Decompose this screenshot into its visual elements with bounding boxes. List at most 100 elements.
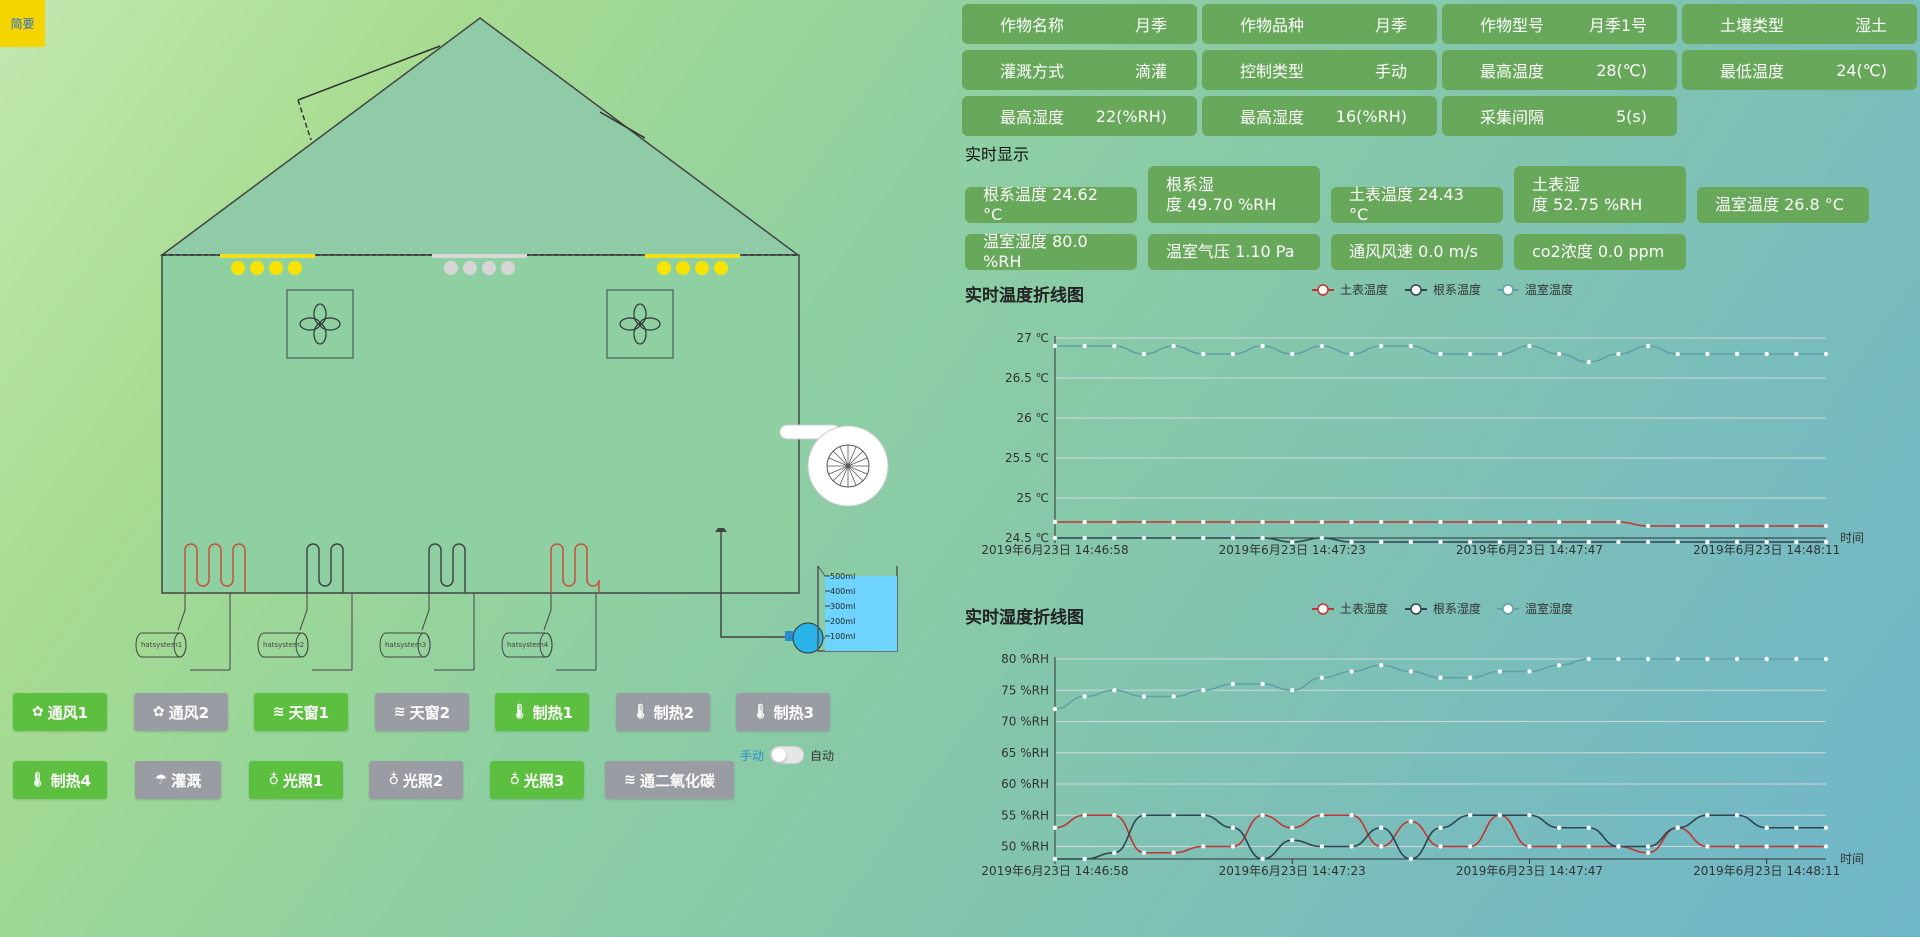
data-point — [1764, 825, 1769, 830]
control-button-label: 通风2 — [168, 703, 210, 722]
control-button-8[interactable]: 🌡 制热4 — [13, 761, 107, 799]
data-point — [1734, 656, 1740, 662]
data-point — [1467, 351, 1473, 357]
crop-info-tile: 土壤类型 湿土 — [1682, 4, 1917, 44]
crop-info-key: 最高温度 — [1480, 62, 1545, 81]
data-point — [1408, 819, 1414, 824]
x-axis-label: 时间 — [1840, 852, 1864, 866]
x-tick-label: 2019年6月23日 14:47:23 — [1219, 543, 1366, 557]
mode-switch[interactable]: 手动 自动 — [740, 746, 834, 764]
crop-info-value: 滴灌 — [1134, 62, 1167, 81]
crop-info-key: 控制类型 — [1240, 62, 1305, 81]
bulb-icon: ♁ — [268, 772, 279, 788]
crop-info-tile: 最低温度 24(℃) — [1682, 50, 1917, 90]
crop-info-tile: 作物品种 月季 — [1202, 4, 1437, 44]
control-button-1[interactable]: ✿ 通风1 — [13, 693, 107, 731]
bulb-icon: ♁ — [509, 772, 520, 788]
auto-label: 自动 — [810, 748, 835, 763]
data-point — [1823, 523, 1829, 529]
data-point — [1201, 535, 1206, 541]
data-point — [1556, 351, 1562, 357]
data-point — [1230, 535, 1236, 541]
data-point — [1408, 856, 1414, 862]
humidity-line-chart: 50 %RH 55 %RH 60 %RH 65 %RH 70 %RH 75 %RH 80 %… — [981, 601, 1864, 878]
data-point — [1705, 844, 1710, 849]
data-point — [1467, 844, 1473, 849]
data-point — [1675, 825, 1680, 830]
data-point — [1290, 539, 1295, 545]
control-button-4[interactable]: ≋ 天窗2 — [375, 693, 469, 731]
data-point — [1260, 535, 1265, 541]
data-point — [1230, 825, 1236, 830]
data-point — [1319, 675, 1325, 680]
x-tick-label: 2019年6月23日 14:48:11 — [1693, 864, 1840, 878]
realtime-tile: 通风风速 0.0 m/s — [1331, 234, 1503, 270]
crop-info-key: 灌溉方式 — [1000, 62, 1065, 81]
data-point — [1497, 519, 1503, 525]
data-point — [1260, 519, 1265, 525]
data-point — [1230, 519, 1236, 525]
realtime-value: 温室温度 26.8 °C — [1715, 195, 1844, 214]
y-tick-label: 25.5 ℃ — [1005, 451, 1049, 465]
data-point — [1408, 343, 1414, 349]
control-button-13[interactable]: ≋ 通二氧化碳 — [605, 761, 734, 799]
heater-label: hatsystem3 — [385, 641, 426, 649]
data-point — [1616, 656, 1621, 662]
data-point — [1705, 656, 1710, 662]
data-point — [1052, 519, 1058, 525]
data-point — [1408, 669, 1414, 674]
data-point — [1378, 539, 1384, 545]
heater-label: hatsystem4 — [507, 641, 549, 649]
x-tick-label: 2019年6月23日 14:47:47 — [1456, 543, 1603, 557]
control-button-10[interactable]: ♁ 光照1 — [249, 761, 343, 799]
data-point — [1290, 519, 1295, 525]
data-point — [1052, 856, 1058, 862]
irrigation-icon: ☂ — [154, 772, 168, 788]
crop-info-value: 手动 — [1374, 62, 1407, 81]
data-point — [1438, 844, 1443, 849]
data-point — [1645, 850, 1651, 855]
data-point — [1171, 813, 1176, 818]
fan-icon: ✿ — [152, 704, 165, 720]
data-point — [1141, 351, 1147, 357]
y-tick-label: 26.5 ℃ — [1005, 371, 1049, 385]
legend-label: 根系温度 — [1433, 282, 1481, 297]
control-button-9[interactable]: ☂ 灌溉 — [135, 761, 221, 799]
legend-label: 根系湿度 — [1433, 601, 1481, 616]
control-button-2[interactable]: ✿ 通风2 — [134, 693, 228, 731]
data-point — [1349, 813, 1354, 818]
control-button-3[interactable]: ≋ 天窗1 — [254, 693, 348, 731]
data-point — [1260, 681, 1265, 687]
data-point — [1052, 343, 1058, 349]
data-point — [1794, 844, 1799, 849]
control-button-11[interactable]: ♁ 光照2 — [369, 761, 463, 799]
data-point — [1290, 351, 1295, 357]
control-button-12[interactable]: ♁ 光照3 — [490, 761, 584, 799]
control-button-label: 通二氧化碳 — [639, 771, 715, 790]
control-button-7[interactable]: 🌡 制热3 — [736, 693, 830, 731]
control-button-label: 光照1 — [282, 771, 324, 790]
crop-info-tile: 采集间隔 5(s) — [1442, 96, 1677, 136]
crop-info-value: 28(℃) — [1596, 60, 1647, 80]
x-tick-label: 2019年6月23日 14:47:23 — [1219, 864, 1366, 878]
data-point — [1675, 523, 1680, 529]
data-point — [1112, 519, 1117, 525]
data-point — [1645, 523, 1651, 529]
data-point — [1052, 706, 1058, 712]
control-button-label: 光照3 — [523, 771, 565, 790]
legend-label: 温室湿度 — [1525, 601, 1573, 616]
control-button-label: 制热4 — [50, 771, 92, 790]
control-button-5[interactable]: 🌡 制热1 — [495, 693, 589, 731]
control-button-6[interactable]: 🌡 制热2 — [616, 693, 710, 731]
crop-info-key: 最高湿度 — [1240, 108, 1305, 127]
fan-icon: ✿ — [31, 704, 44, 720]
mode-toggle[interactable] — [770, 746, 805, 764]
data-point — [1319, 519, 1325, 525]
manual-label: 手动 — [740, 748, 765, 763]
data-point — [1467, 539, 1473, 545]
realtime-tile: 温室湿度 80.0 %RH — [965, 232, 1137, 271]
legend-marker — [1502, 284, 1514, 296]
data-point — [1675, 656, 1680, 662]
data-point — [1705, 813, 1710, 818]
data-point — [1378, 663, 1384, 668]
